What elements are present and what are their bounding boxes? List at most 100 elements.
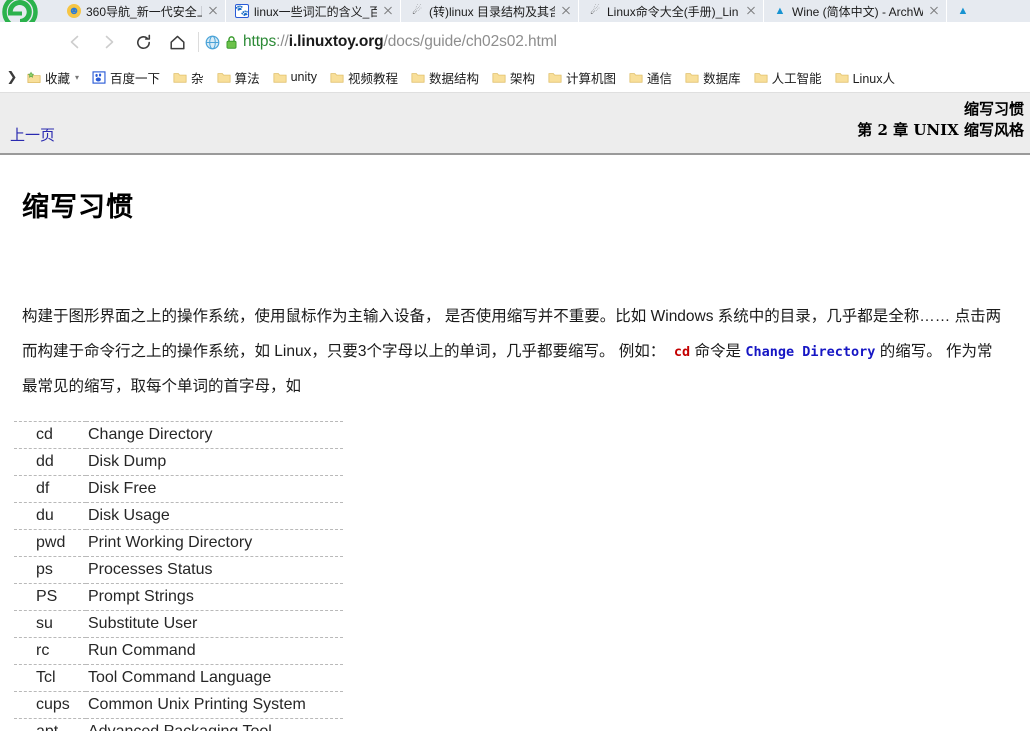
doc-nav-header: 缩写习惯 第 2 章 UNIX 缩写风格 上一页 — [0, 93, 1030, 155]
bookmark-item-computer-graphics[interactable]: 计算机图 — [542, 65, 622, 90]
globe-icon[interactable] — [205, 35, 220, 50]
table-row: PS Prompt Strings — [14, 583, 343, 610]
lock-icon[interactable] — [225, 35, 238, 50]
folder-icon — [217, 72, 231, 83]
cell-abbr: su — [36, 614, 53, 632]
cell-full: Disk Free — [88, 479, 157, 497]
bookmark-item-linux-people[interactable]: Linux人 — [829, 65, 901, 90]
doc-paragraphs: 构建于图形界面之上的操作系统，使用鼠标作为主输入设备， 是否使用缩写并不重要。比… — [22, 300, 1030, 405]
cell-abbr: df — [36, 479, 50, 497]
bookmark-item-video-tutorials[interactable]: 视频教程 — [324, 65, 404, 90]
folder-icon — [629, 72, 643, 83]
browser-tab-3[interactable]: ☄ Linux命令大全(手册)_Lin — [579, 0, 764, 22]
bookmark-item-algorithms[interactable]: 算法 — [211, 65, 266, 90]
bookmark-item-misc[interactable]: 杂 — [167, 65, 210, 90]
bookmark-item-communications[interactable]: 通信 — [623, 65, 678, 90]
bookmark-item-architecture[interactable]: 架构 — [486, 65, 541, 90]
article-icon: ☄ — [412, 4, 422, 17]
star-folder-icon — [27, 71, 41, 83]
paragraph-2-after: 的缩写。 作为常 — [879, 342, 993, 360]
folder-icon — [492, 72, 506, 83]
tab-title: Wine (简体中文) - ArchW — [792, 4, 923, 19]
toolbar-divider — [198, 32, 199, 52]
table-row: df Disk Free — [14, 475, 343, 502]
table-row: Tcl Tool Command Language — [14, 664, 343, 691]
bookmark-label: 视频教程 — [347, 71, 398, 86]
table-row: su Substitute User — [14, 610, 343, 637]
paragraph-2-middle: 命令是 — [694, 342, 742, 360]
cell-abbr: apt — [14, 718, 86, 731]
cell-full: Processes Status — [88, 560, 213, 578]
folder-icon — [273, 72, 287, 83]
bookmark-item-ai[interactable]: 人工智能 — [748, 65, 828, 90]
cell-full: Print Working Directory — [88, 533, 253, 551]
forward-arrow-icon[interactable] — [92, 25, 126, 59]
bookmark-label: 人工智能 — [771, 71, 822, 86]
cell-abbr: cd — [36, 425, 53, 443]
browser-tab-2[interactable]: ☄ (转)linux 目录结构及其含 — [401, 0, 579, 22]
bookmark-item-favorites[interactable]: 收藏 ▾ — [21, 65, 85, 90]
prev-page-link[interactable]: 上一页 — [10, 124, 55, 145]
close-icon[interactable] — [745, 5, 757, 17]
folder-icon — [835, 72, 849, 83]
page-heading: 缩写习惯 — [22, 192, 134, 223]
cell-full: Advanced Packaging Tool — [86, 718, 343, 731]
paragraph-2: 而构建于命令行之上的操作系统，如 Linux，只要3个字母以上的单词，几乎都要缩… — [22, 335, 1030, 370]
table-row: cd Change Directory — [14, 421, 343, 448]
cell-abbr: dd — [36, 452, 54, 470]
cell-abbr: ps — [36, 560, 53, 578]
reload-icon[interactable] — [126, 25, 160, 59]
table-row: du Disk Usage — [14, 502, 343, 529]
abbreviation-table-body: cd Change Directory dd Disk Dump df Disk Fr… — [14, 421, 343, 731]
inline-code-command: cd — [673, 343, 691, 360]
bookmark-label: 杂 — [191, 71, 204, 86]
bookmark-item-unity[interactable]: unity — [267, 67, 323, 87]
home-icon[interactable] — [160, 25, 194, 59]
tab-title: linux一些词汇的含义_百度 — [254, 4, 377, 19]
bookmark-label: Linux人 — [852, 71, 895, 86]
folder-icon — [754, 72, 768, 83]
archlinux-icon: ▲ — [774, 4, 786, 17]
cell-full: Substitute User — [88, 614, 198, 632]
url-separator: :// — [276, 33, 289, 50]
cell-abbr: PS — [36, 587, 58, 605]
bookmark-label: 数据库 — [703, 71, 741, 86]
bookmark-item-databases[interactable]: 数据库 — [679, 65, 747, 90]
bookmark-item-data-structures[interactable]: 数据结构 — [405, 65, 485, 90]
360-nav-icon: ☻ — [67, 4, 81, 18]
page-title: 缩写习惯 — [963, 100, 1024, 118]
browser-tab-4[interactable]: ▲ Wine (简体中文) - ArchW — [764, 0, 947, 22]
close-icon[interactable] — [207, 5, 219, 17]
abbreviation-table: cd Change Directory dd Disk Dump df Disk Fr… — [14, 421, 343, 731]
browser-tab-5[interactable]: ▲ — [947, 0, 975, 22]
cell-abbr: du — [36, 506, 54, 524]
url-display[interactable]: https://i.linuxtoy.org/docs/guide/ch02s0… — [243, 33, 557, 51]
browser-tab-0[interactable]: ☻ 360导航_新一代安全上网 — [58, 0, 226, 22]
page-viewport: 缩写习惯 第 2 章 UNIX 缩写风格 上一页 缩写习惯 构建于图形界面之上的… — [0, 93, 1030, 731]
bookmark-item-baidu[interactable]: 百度一下 — [86, 65, 166, 90]
navigation-toolbar: https://i.linuxtoy.org/docs/guide/ch02s0… — [0, 22, 1030, 62]
cell-full: Prompt Strings — [88, 587, 194, 605]
cell-full: Change Directory — [88, 425, 213, 443]
close-icon[interactable] — [560, 5, 572, 17]
cell-full: Run Command — [88, 641, 196, 659]
chapter-title: 第 2 章 UNIX 缩写风格 — [857, 121, 1024, 140]
cell-full: Disk Dump — [88, 452, 167, 470]
chevron-right-icon[interactable]: ❯ — [4, 69, 20, 85]
tab-title: 360导航_新一代安全上网 — [86, 4, 202, 19]
table-row: rc Run Command — [14, 637, 343, 664]
baidu-icon — [92, 70, 106, 84]
chevron-down-icon[interactable]: ▾ — [75, 73, 79, 82]
bookmark-label: 数据结构 — [429, 71, 480, 86]
bookmarks-bar: ❯ 收藏 ▾ 百度一下 杂 算法 unity 视频教程 数据结构 架构 计算机图… — [0, 62, 1030, 93]
folder-icon — [548, 72, 562, 83]
table-row: cups Common Unix Printing System — [14, 691, 343, 718]
close-icon[interactable] — [382, 5, 394, 17]
address-bar[interactable]: https://i.linuxtoy.org/docs/guide/ch02s0… — [205, 27, 1030, 57]
back-arrow-icon[interactable] — [58, 25, 92, 59]
close-icon[interactable] — [928, 5, 940, 17]
cell-abbr: pwd — [36, 533, 66, 551]
bookmark-label: 收藏 — [45, 71, 71, 86]
url-path: /docs/guide/ch02s02.html — [383, 33, 557, 50]
browser-tab-1[interactable]: 🐾 linux一些词汇的含义_百度 — [226, 0, 401, 22]
